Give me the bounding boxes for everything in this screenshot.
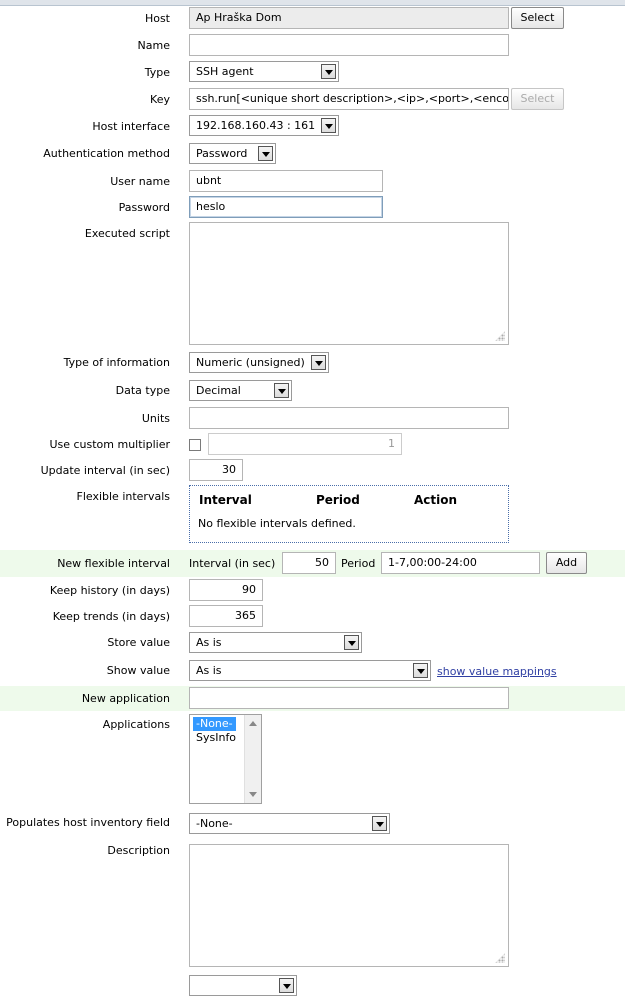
inventory-field-select[interactable]: -None- [189, 813, 390, 834]
host-interface-select[interactable]: 192.168.160.43 : 161 [189, 115, 339, 136]
chevron-down-icon [274, 383, 289, 398]
application-option-sysinfo[interactable]: SysInfo [193, 731, 239, 745]
store-value-select[interactable]: As is [189, 632, 362, 653]
name-label: Name [137, 39, 170, 52]
data-type-label: Data type [115, 384, 170, 397]
resize-grip-icon[interactable] [495, 953, 505, 963]
applications-listbox[interactable]: -None- SysInfo [189, 714, 262, 804]
inventory-field-value: -None- [196, 817, 233, 830]
data-type-value: Decimal [196, 384, 241, 397]
column-header-action: Action [414, 493, 458, 507]
listbox-scrollbar[interactable] [244, 715, 261, 803]
keep-trends-input[interactable]: 365 [189, 605, 263, 627]
host-interface-label: Host interface [92, 120, 170, 133]
custom-multiplier-input[interactable]: 1 [208, 433, 402, 455]
password-input[interactable]: heslo [189, 196, 383, 218]
keep-history-input[interactable]: 90 [189, 579, 263, 601]
chevron-down-icon [372, 816, 387, 831]
type-select-value: SSH agent [196, 65, 254, 78]
password-label: Password [118, 201, 170, 214]
new-interval-input[interactable]: 50 [282, 552, 336, 574]
new-application-input[interactable] [189, 687, 509, 709]
auth-method-value: Password [196, 147, 248, 160]
period-sublabel: Period [341, 557, 376, 570]
chevron-down-icon [413, 663, 428, 678]
scroll-up-icon[interactable] [249, 721, 257, 726]
chevron-down-icon [344, 635, 359, 650]
type-of-info-select[interactable]: Numeric (unsigned) [189, 352, 329, 373]
keep-trends-label: Keep trends (in days) [52, 610, 170, 623]
auth-method-label: Authentication method [43, 147, 170, 160]
update-interval-label: Update interval (in sec) [40, 464, 170, 477]
update-interval-input[interactable]: 30 [189, 459, 243, 481]
host-select-button[interactable]: Select [511, 7, 564, 29]
inventory-field-label: Populates host inventory field [6, 816, 170, 829]
executed-script-textarea[interactable] [189, 222, 509, 345]
host-field[interactable]: Ap Hraška Dom [189, 7, 509, 29]
description-label: Description [107, 844, 170, 857]
type-label: Type [144, 66, 170, 79]
application-option-none[interactable]: -None- [193, 717, 236, 731]
show-value-label: Show value [106, 664, 170, 677]
custom-multiplier-checkbox[interactable] [189, 439, 201, 451]
show-value-mappings-link[interactable]: show value mappings [437, 665, 557, 678]
custom-multiplier-label: Use custom multiplier [49, 438, 170, 451]
resize-grip-icon[interactable] [495, 331, 505, 341]
chevron-down-icon [311, 355, 326, 370]
chevron-down-icon [321, 118, 336, 133]
status-select-partial[interactable] [189, 975, 297, 996]
applications-label: Applications [102, 718, 170, 731]
name-input[interactable] [189, 34, 509, 56]
executed-script-label: Executed script [84, 227, 170, 240]
username-input[interactable]: ubnt [189, 170, 383, 192]
auth-method-select[interactable]: Password [189, 143, 276, 164]
new-application-label: New application [81, 692, 170, 705]
column-header-period: Period [316, 493, 360, 507]
key-label: Key [150, 93, 170, 106]
flexible-intervals-table: Interval Period Action No flexible inter… [189, 485, 509, 543]
show-value-value: As is [196, 664, 222, 677]
chevron-down-icon [279, 978, 294, 993]
description-textarea[interactable] [189, 844, 509, 967]
new-flexible-interval-label: New flexible interval [57, 557, 170, 570]
new-period-input[interactable]: 1-7,00:00-24:00 [381, 552, 540, 574]
show-value-select[interactable]: As is [189, 660, 431, 681]
type-of-info-value: Numeric (unsigned) [196, 356, 305, 369]
scroll-down-icon[interactable] [249, 792, 257, 797]
chevron-down-icon [258, 146, 273, 161]
chevron-down-icon [321, 64, 336, 79]
data-type-select[interactable]: Decimal [189, 380, 292, 401]
empty-message: No flexible intervals defined. [198, 517, 356, 530]
username-label: User name [110, 175, 170, 188]
add-button[interactable]: Add [546, 552, 587, 574]
top-border [0, 0, 625, 6]
flexible-intervals-label: Flexible intervals [76, 490, 171, 503]
units-label: Units [141, 412, 170, 425]
interval-sublabel: Interval (in sec) [189, 557, 276, 570]
type-of-info-label: Type of information [63, 356, 170, 369]
store-value-value: As is [196, 636, 222, 649]
host-interface-value: 192.168.160.43 : 161 [196, 119, 316, 132]
host-label: Host [144, 12, 170, 25]
column-header-interval: Interval [199, 493, 252, 507]
keep-history-label: Keep history (in days) [49, 584, 170, 597]
type-select[interactable]: SSH agent [189, 61, 339, 82]
store-value-label: Store value [107, 636, 170, 649]
key-input[interactable]: ssh.run[<unique short description>,<ip>,… [189, 88, 509, 110]
key-select-button[interactable]: Select [511, 88, 564, 110]
units-input[interactable] [189, 407, 509, 429]
